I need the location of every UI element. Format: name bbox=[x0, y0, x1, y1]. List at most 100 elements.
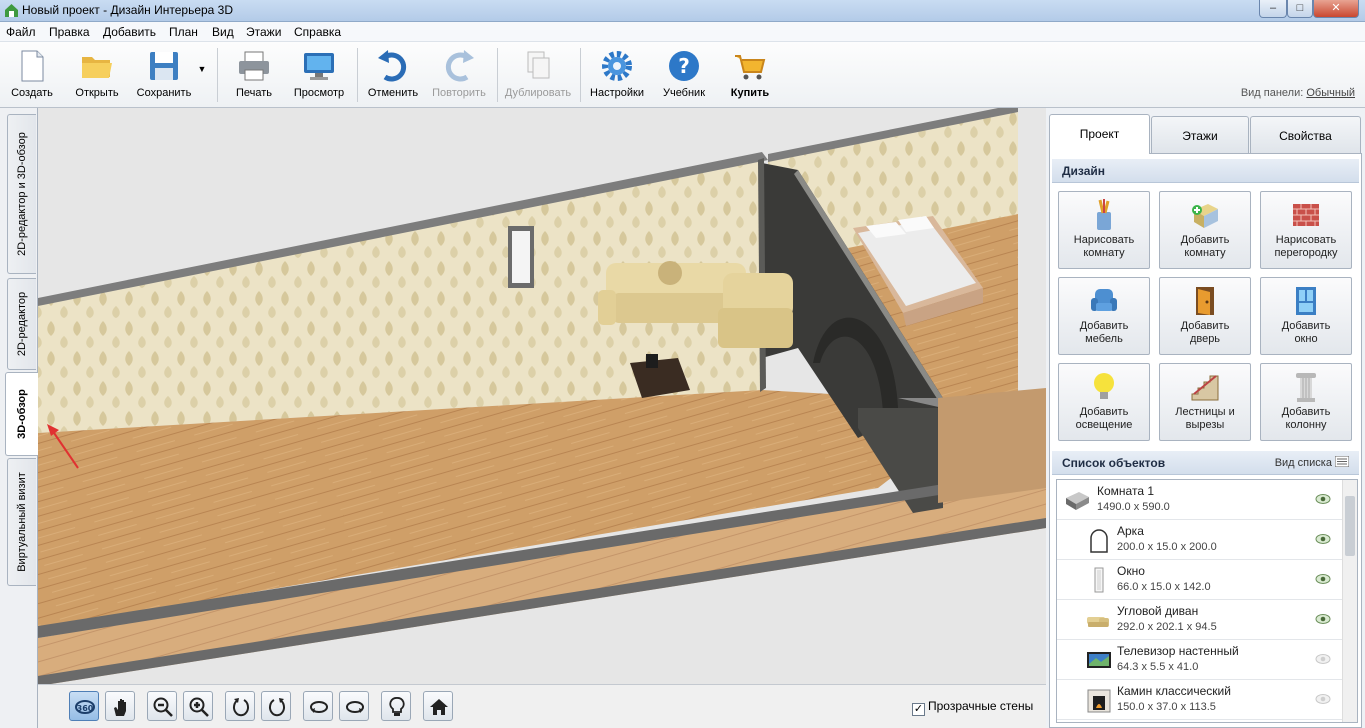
zoom-in-button[interactable] bbox=[183, 691, 213, 721]
duplicate-button[interactable]: Дублировать bbox=[503, 46, 573, 104]
object-size: 292.0 x 202.1 x 94.5 bbox=[1117, 621, 1217, 633]
tab-virtual-visit[interactable]: Виртуальный визит bbox=[7, 458, 36, 586]
list-item[interactable]: Камин классический 150.0 x 37.0 x 113.5 bbox=[1057, 680, 1343, 720]
list-item[interactable]: Комната 1 1490.0 x 590.0 bbox=[1057, 480, 1343, 520]
eye-icon[interactable] bbox=[1315, 493, 1331, 505]
door-icon bbox=[1196, 287, 1214, 315]
window-icon bbox=[1296, 287, 1316, 315]
tab-2d-editor[interactable]: 2D-редактор bbox=[7, 278, 36, 370]
tab-2d-3d[interactable]: 2D-редактор и 3D-обзор bbox=[7, 114, 36, 274]
pan-button[interactable] bbox=[105, 691, 135, 721]
tilt-up-button[interactable] bbox=[339, 691, 369, 721]
maximize-button[interactable]: □ bbox=[1287, 0, 1313, 18]
object-list-title: Список объектов bbox=[1062, 456, 1166, 470]
zoom-out-button[interactable] bbox=[147, 691, 177, 721]
brush-pencil-icon bbox=[1097, 199, 1111, 230]
armchair-icon bbox=[1091, 289, 1117, 311]
preview-label: Просмотр bbox=[293, 87, 345, 99]
arch-icon bbox=[1090, 529, 1108, 553]
add-window-label-1: Добавить bbox=[1281, 320, 1331, 332]
add-lighting-button[interactable]: Добавить освещение bbox=[1058, 363, 1150, 441]
create-button[interactable]: Создать bbox=[6, 46, 58, 104]
menu-file[interactable]: Файл bbox=[6, 25, 36, 39]
menu-edit[interactable]: Правка bbox=[49, 25, 90, 39]
minimize-button[interactable]: – bbox=[1259, 0, 1287, 18]
draw-room-label-2: комнату bbox=[1083, 247, 1125, 259]
tab-properties[interactable]: Свойства bbox=[1250, 116, 1361, 154]
eye-icon[interactable] bbox=[1315, 613, 1331, 625]
tab-floors[interactable]: Этажи bbox=[1151, 116, 1249, 154]
list-view-toggle[interactable]: Вид списка bbox=[1275, 451, 1350, 475]
object-size: 1490.0 x 590.0 bbox=[1097, 501, 1170, 513]
orbit-360-icon: 360 bbox=[75, 700, 95, 714]
list-item[interactable]: Окно 66.0 x 15.0 x 142.0 bbox=[1057, 560, 1343, 600]
eye-icon[interactable] bbox=[1315, 533, 1331, 545]
room-icon bbox=[1066, 492, 1089, 510]
draw-room-button[interactable]: Нарисовать комнату bbox=[1058, 191, 1150, 269]
floppy-disk-icon bbox=[150, 52, 178, 80]
title-bar: Новый проект - Дизайн Интерьера 3D – □ ✕ bbox=[0, 0, 1365, 22]
scrollbar-thumb[interactable] bbox=[1345, 496, 1355, 556]
settings-button[interactable]: Настройки bbox=[588, 46, 646, 104]
list-item[interactable]: Угловой диван 292.0 x 202.1 x 94.5 bbox=[1057, 600, 1343, 640]
tutorial-label: Учебник bbox=[662, 87, 706, 99]
save-label: Сохранить bbox=[136, 87, 192, 99]
preview-button[interactable]: Просмотр bbox=[292, 46, 346, 104]
add-room-icon bbox=[1192, 204, 1218, 228]
menu-floors[interactable]: Этажи bbox=[246, 25, 281, 39]
eye-icon[interactable] bbox=[1315, 653, 1331, 665]
buy-button[interactable]: Купить bbox=[724, 46, 776, 104]
tilt-down-button[interactable] bbox=[303, 691, 333, 721]
transparent-walls-checkbox[interactable]: ✓ bbox=[912, 703, 925, 716]
tutorial-button[interactable]: ? Учебник bbox=[658, 46, 710, 104]
eye-icon[interactable] bbox=[1315, 573, 1331, 585]
add-room-button[interactable]: Добавить комнату bbox=[1159, 191, 1251, 269]
add-room-label-1: Добавить bbox=[1180, 234, 1230, 246]
add-lighting-label-2: освещение bbox=[1075, 419, 1133, 431]
add-door-label-1: Добавить bbox=[1180, 320, 1230, 332]
add-window-button[interactable]: Добавить окно bbox=[1260, 277, 1352, 355]
rotate-right-button[interactable] bbox=[261, 691, 291, 721]
tilt-down-icon bbox=[310, 701, 328, 713]
save-dropdown-arrow[interactable]: ▼ bbox=[196, 64, 208, 78]
eye-icon[interactable] bbox=[1315, 693, 1331, 705]
stairs-icon bbox=[1191, 375, 1219, 401]
menu-plan[interactable]: План bbox=[169, 25, 198, 39]
menu-add[interactable]: Добавить bbox=[103, 25, 156, 39]
menu-help[interactable]: Справка bbox=[294, 25, 341, 39]
orbit-360-button[interactable]: 360 bbox=[69, 691, 99, 721]
panel-view-link[interactable]: Обычный bbox=[1306, 87, 1355, 99]
transparent-walls-toggle[interactable]: ✓ Прозрачные стены bbox=[912, 699, 1033, 716]
3d-viewport[interactable] bbox=[38, 108, 1046, 686]
close-button[interactable]: ✕ bbox=[1313, 0, 1359, 18]
print-button[interactable]: Печать bbox=[230, 46, 278, 104]
redo-button[interactable]: Повторить bbox=[430, 46, 488, 104]
object-name: Телевизор настенный bbox=[1117, 644, 1239, 658]
undo-button[interactable]: Отменить bbox=[366, 46, 420, 104]
home-view-button[interactable] bbox=[423, 691, 453, 721]
zoom-out-icon bbox=[153, 697, 173, 717]
add-door-button[interactable]: Добавить дверь bbox=[1159, 277, 1251, 355]
tab-3d-view[interactable]: 3D-обзор bbox=[5, 372, 38, 456]
save-button[interactable]: Сохранить bbox=[134, 46, 194, 104]
stairs-button[interactable]: Лестницы и вырезы bbox=[1159, 363, 1251, 441]
list-item[interactable]: Телевизор настенный 64.3 x 5.5 x 41.0 bbox=[1057, 640, 1343, 680]
left-tab-strip: 2D-редактор и 3D-обзор 2D-редактор 3D-об… bbox=[0, 108, 38, 728]
tab-3d-view-label: 3D-обзор bbox=[16, 389, 28, 439]
object-list-scrollbar[interactable] bbox=[1342, 480, 1357, 722]
folder-icon bbox=[82, 57, 112, 78]
draw-partition-button[interactable]: Нарисовать перегородку bbox=[1260, 191, 1352, 269]
add-furniture-button[interactable]: Добавить мебель bbox=[1058, 277, 1150, 355]
tab-project[interactable]: Проект bbox=[1049, 114, 1150, 154]
list-item[interactable]: Арка 200.0 x 15.0 x 200.0 bbox=[1057, 520, 1343, 560]
menu-view[interactable]: Вид bbox=[212, 25, 234, 39]
object-name: Окно bbox=[1117, 564, 1145, 578]
undo-label: Отменить bbox=[367, 87, 419, 99]
rotate-left-button[interactable] bbox=[225, 691, 255, 721]
add-column-button[interactable]: Добавить колонну bbox=[1260, 363, 1352, 441]
object-size: 66.0 x 15.0 x 142.0 bbox=[1117, 581, 1211, 593]
lighting-button[interactable] bbox=[381, 691, 411, 721]
open-button[interactable]: Открыть bbox=[70, 46, 124, 104]
svg-text:?: ? bbox=[678, 54, 690, 78]
navigation-bar: 360 ✓ Прозрачные стены bbox=[38, 684, 1046, 728]
